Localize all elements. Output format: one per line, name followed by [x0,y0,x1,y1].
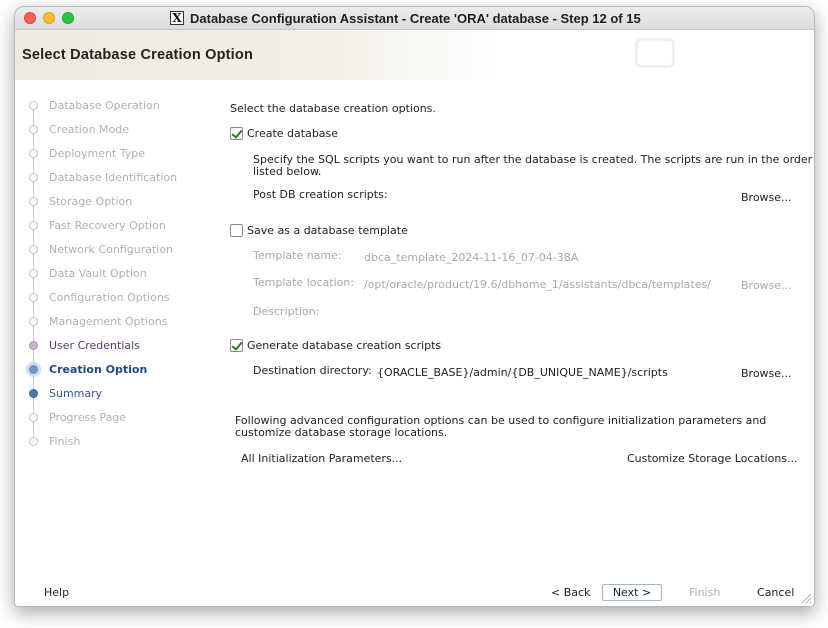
step-status-icon [29,197,38,206]
step-label: Finish [49,435,81,448]
step-label: Fast Recovery Option [49,219,166,232]
page-title: Select Database Creation Option [22,47,254,63]
resize-grip-icon[interactable] [800,592,812,604]
step-label: Database Identification [49,171,178,184]
template-location-browse-button[interactable]: Browse... [741,279,792,292]
post-scripts-label: Post DB creation scripts: [253,188,388,201]
template-description-label: Description: [253,305,320,318]
generate-scripts-label: Generate database creation scripts [247,339,442,352]
destination-browse-button[interactable]: Browse... [741,367,792,380]
step-item: Finish [15,431,215,451]
step-status-icon [29,341,38,350]
template-name-input[interactable]: dbca_template_2024-11-16_07-04-38AI [364,251,579,264]
destination-directory-input[interactable]: {ORACLE_BASE}/admin/{DB_UNIQUE_NAME}/scr… [377,366,668,379]
step-status-icon [29,317,38,326]
step-status-icon [29,269,38,278]
step-label: Database Operation [49,99,160,112]
step-status-icon [29,437,38,446]
step-item: Network Configuration [15,239,215,259]
step-label: User Credentials [49,339,140,352]
step-status-icon [26,362,41,377]
step-item: Configuration Options [15,287,215,307]
create-database-checkbox[interactable] [230,127,243,140]
template-location-label: Template location: [253,276,355,289]
step-status-icon [29,293,38,302]
step-status-icon [29,125,38,134]
generate-scripts-checkbox[interactable] [230,339,243,352]
post-scripts-description-line1: Specify the SQL scripts you want to run … [253,153,813,166]
step-status-icon [29,389,38,398]
step-item[interactable]: Summary [15,383,215,403]
step-label: Network Configuration [49,243,174,256]
step-item: Creation Mode [15,119,215,139]
next-button[interactable]: Next > [602,584,662,601]
back-button[interactable]: < Back [551,586,590,599]
step-item: Progress Page [15,407,215,427]
minimize-window-button[interactable] [43,12,55,24]
step-label: Data Vault Option [49,267,147,280]
finish-button[interactable]: Finish [689,586,720,599]
close-window-button[interactable] [24,12,36,24]
save-template-checkbox[interactable] [230,224,243,237]
help-button[interactable]: Help [44,586,69,599]
step-label: Configuration Options [49,291,170,304]
main-content: Select the database creation options. Cr… [230,95,813,475]
step-label: Summary [49,387,103,400]
step-label: Storage Option [49,195,133,208]
step-item: Fast Recovery Option [15,215,215,235]
post-scripts-description-line2: listed below. [253,165,322,178]
step-status-icon [29,173,38,182]
advanced-options-text-line2: customize database storage locations. [235,426,448,439]
step-item: Deployment Type [15,143,215,163]
step-status-icon [29,149,38,158]
oracle-watermark-icon [635,38,675,68]
step-label: Creation Mode [49,123,130,136]
template-name-label: Template name: [253,249,342,262]
x11-icon: X [170,11,184,25]
zoom-window-button[interactable] [62,12,74,24]
step-label: Deployment Type [49,147,146,160]
step-item[interactable]: User Credentials [15,335,215,355]
step-item: Database Identification [15,167,215,187]
save-template-label: Save as a database template [247,224,408,237]
all-init-params-button[interactable]: All Initialization Parameters... [241,452,402,465]
cancel-button[interactable]: Cancel [757,586,794,599]
destination-directory-label: Destination directory: [253,364,372,377]
step-status-icon [29,101,38,110]
step-item: Data Vault Option [15,263,215,283]
customize-storage-locations-button[interactable]: Customize Storage Locations... [627,452,798,465]
step-status-icon [29,413,38,422]
step-item[interactable]: Creation Option [15,359,215,379]
template-location-input[interactable]: /opt/oracle/product/19.6/dbhome_1/assist… [364,278,711,291]
step-item: Storage Option [15,191,215,211]
intro-text: Select the database creation options. [230,102,436,115]
post-scripts-browse-button[interactable]: Browse... [741,191,792,204]
window-title: Database Configuration Assistant - Creat… [190,11,641,26]
dbca-window: X Database Configuration Assistant - Cre… [14,6,815,607]
step-item: Management Options [15,311,215,331]
step-label: Progress Page [49,411,127,424]
create-database-label: Create database [247,127,339,140]
step-status-icon [29,245,38,254]
step-label: Management Options [49,315,168,328]
page-header: Select Database Creation Option [15,30,814,80]
title-bar: X Database Configuration Assistant - Cre… [15,7,814,30]
step-status-icon [29,221,38,230]
step-item: Database Operation [15,95,215,115]
step-label: Creation Option [49,363,148,376]
